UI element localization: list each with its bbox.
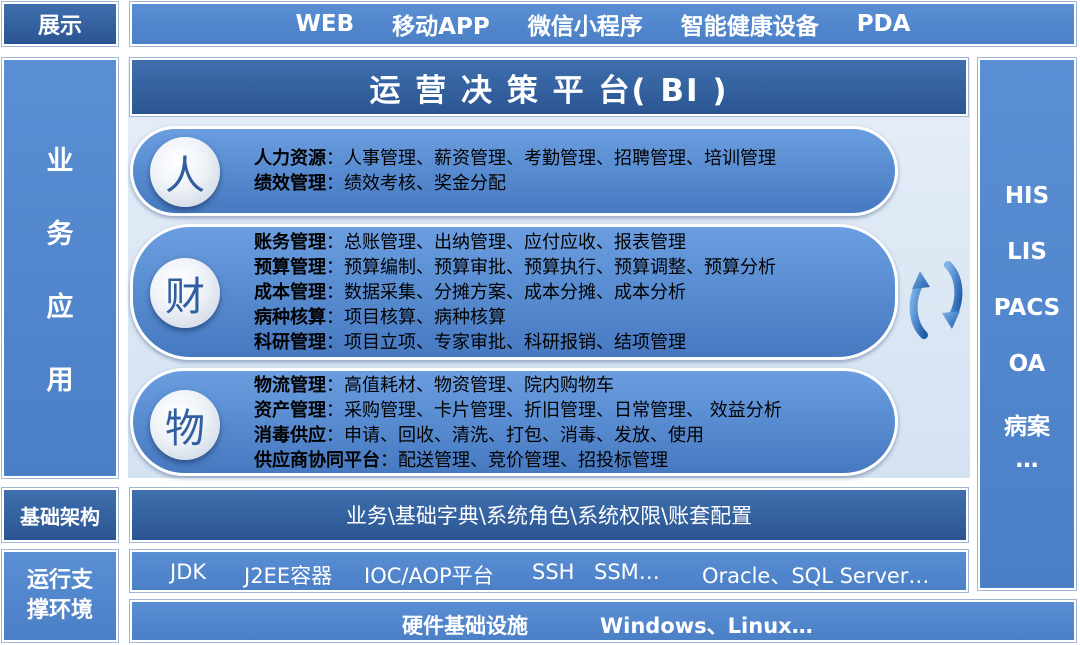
software-item: SSM… <box>594 560 660 584</box>
bi-platform-title: 运 营 决 策 平 台( BI ) <box>130 58 968 116</box>
display-item: 智能健康设备 <box>680 14 819 40</box>
runtime-environment-label: 运行支 撑环境 <box>2 550 118 642</box>
display-item: 微信小程序 <box>527 14 643 40</box>
display-item: PDA <box>856 11 911 37</box>
finance-icon: 财 <box>150 258 220 328</box>
software-item: J2EE容器 <box>244 564 333 588</box>
display-channels-bar: WEB 移动APP 微信小程序 智能健康设备 PDA <box>130 2 1076 46</box>
module-row: 人力资源：人事管理、薪资管理、考勤管理、招聘管理、培训管理 <box>254 148 776 169</box>
materials-icon: 物 <box>150 390 220 460</box>
display-item: WEB <box>295 11 355 37</box>
module-row: 病种核算：项目核算、病种核算 <box>254 307 506 328</box>
business-label-char: 用 <box>46 365 74 396</box>
external-system-item: 病案 <box>1004 414 1050 440</box>
module-row: 绩效管理：绩效考核、奖金分配 <box>254 173 506 194</box>
cycle-arrows-icon <box>908 255 964 345</box>
module-row: 账务管理：总账管理、出纳管理、应付应收、报表管理 <box>254 232 686 253</box>
business-label-char: 应 <box>46 292 74 323</box>
infrastructure-content: 业务\基础字典\系统角色\系统权限\账套配置 <box>130 488 968 542</box>
external-system-item: LIS <box>1007 239 1047 265</box>
business-label-char: 业 <box>46 146 74 177</box>
software-item: SSH <box>532 560 575 584</box>
module-row: 成本管理：数据采集、分摊方案、成本分摊、成本分析 <box>254 282 686 303</box>
software-item: JDK <box>170 560 207 584</box>
hr-module-details: 人力资源：人事管理、薪资管理、考勤管理、招聘管理、培训管理 绩效管理：绩效考核、… <box>254 146 776 196</box>
runtime-label-line: 撑环境 <box>26 598 93 623</box>
hardware-label: 硬件基础设施 <box>402 614 528 638</box>
external-systems-column: HIS LIS PACS OA 病案 … <box>978 58 1076 590</box>
module-row: 预算管理：预算编制、预算审批、预算执行、预算调整、预算分析 <box>254 257 776 278</box>
display-label: 展示 <box>2 2 118 46</box>
business-application-label: 业 务 应 用 <box>2 58 118 478</box>
external-system-item: PACS <box>993 295 1061 321</box>
business-label-char: 务 <box>46 219 74 250</box>
hardware-infrastructure-bar: 硬件基础设施 Windows、Linux… <box>130 600 1076 642</box>
display-item: 移动APP <box>392 14 490 40</box>
runtime-software-bar: JDK J2EE容器 IOC/AOP平台 SSH SSM… Oracle、SQL… <box>130 550 968 592</box>
external-system-item: OA <box>1008 351 1046 377</box>
person-icon: 人 <box>150 137 220 207</box>
module-row: 消毒供应：申请、回收、清洗、打包、消毒、发放、使用 <box>254 425 704 446</box>
finance-module-details: 账务管理：总账管理、出纳管理、应付应收、报表管理 预算管理：预算编制、预算审批、… <box>254 230 776 355</box>
module-row: 物流管理：高值耗材、物资管理、院内购物车 <box>254 375 614 396</box>
infrastructure-label: 基础架构 <box>2 488 118 542</box>
hardware-os: Windows、Linux… <box>600 614 813 638</box>
module-row: 资产管理：采购管理、卡片管理、折旧管理、日常管理、 效益分析 <box>254 400 782 421</box>
runtime-label-line: 运行支 <box>26 568 93 593</box>
external-system-item: … <box>1015 447 1039 473</box>
module-row: 科研管理：项目立项、专家审批、科研报销、结项管理 <box>254 332 686 353</box>
software-item: Oracle、SQL Server… <box>702 564 930 588</box>
materials-module-details: 物流管理：高值耗材、物资管理、院内购物车 资产管理：采购管理、卡片管理、折旧管理… <box>254 373 782 473</box>
external-system-item: HIS <box>1004 183 1050 209</box>
module-row: 供应商协同平台：配送管理、竞价管理、招投标管理 <box>254 450 668 471</box>
software-item: IOC/AOP平台 <box>364 564 494 588</box>
